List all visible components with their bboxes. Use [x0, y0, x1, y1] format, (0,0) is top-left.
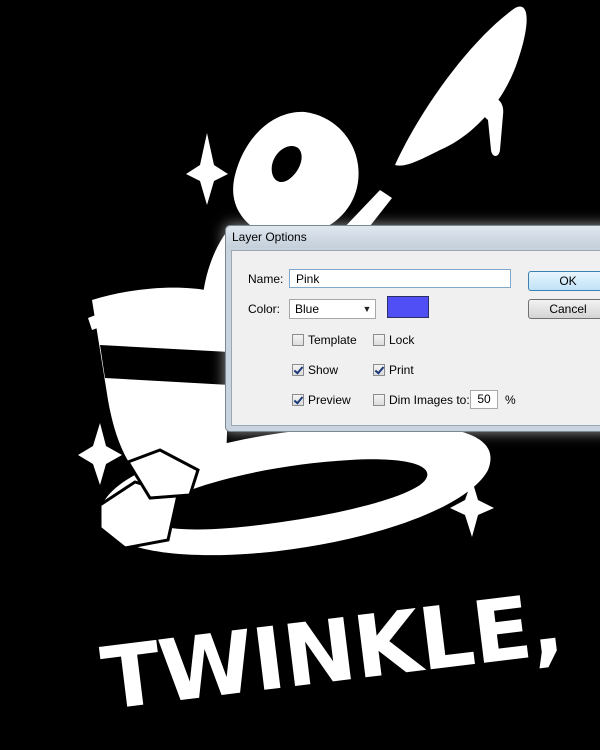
color-select-value: Blue [295, 302, 320, 316]
preview-label: Preview [308, 393, 351, 407]
artwork-title: TWINKLE, [96, 574, 567, 730]
cancel-button[interactable]: Cancel [528, 299, 600, 319]
dim-images-checkbox[interactable]: Dim Images to: [373, 393, 470, 407]
color-select[interactable]: Blue ▼ [289, 299, 376, 319]
print-checkbox[interactable]: Print [373, 363, 414, 377]
rabbit-head-shape [233, 111, 359, 237]
preview-checkbox[interactable]: Preview [292, 393, 351, 407]
name-label: Name: [248, 272, 284, 286]
preview-checkbox-box[interactable] [292, 394, 304, 406]
color-swatch[interactable] [387, 296, 429, 318]
dim-images-input[interactable]: 50 [470, 390, 498, 409]
sparkle-shape [78, 423, 122, 485]
color-label: Color: [248, 302, 281, 316]
lock-label: Lock [389, 333, 415, 347]
lock-checkbox-box[interactable] [373, 334, 385, 346]
drip-shape [478, 95, 504, 156]
chevron-down-icon[interactable]: ▼ [359, 300, 375, 318]
dialog-title: Layer Options [226, 226, 600, 248]
show-checkbox-box[interactable] [292, 364, 304, 376]
dim-images-checkbox-box[interactable] [373, 394, 385, 406]
sparkle-shape [186, 133, 228, 205]
print-checkbox-box[interactable] [373, 364, 385, 376]
template-checkbox[interactable]: Template [292, 333, 357, 347]
dialog-body: Name: Pink Color: Blue ▼ Template Lock S… [231, 250, 600, 426]
template-checkbox-box[interactable] [292, 334, 304, 346]
lock-checkbox[interactable]: Lock [373, 333, 414, 347]
percent-unit: % [505, 393, 516, 407]
name-input[interactable]: Pink [289, 269, 511, 288]
rabbit-ear-shape [395, 6, 527, 166]
show-checkbox[interactable]: Show [292, 363, 338, 377]
ok-button[interactable]: OK [528, 271, 600, 291]
template-label: Template [308, 333, 357, 347]
dim-images-label: Dim Images to: [389, 393, 470, 407]
layer-options-dialog: Layer Options Name: Pink Color: Blue ▼ T… [225, 225, 600, 432]
show-label: Show [308, 363, 339, 377]
print-label: Print [389, 363, 414, 377]
